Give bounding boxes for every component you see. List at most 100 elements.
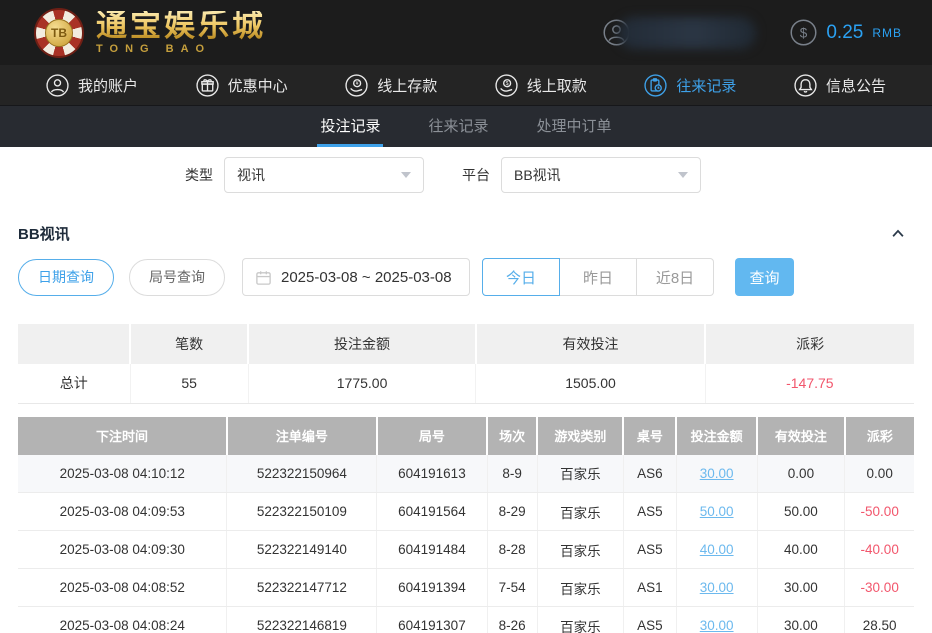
nav-label: 线上取款	[527, 75, 587, 96]
today-button[interactable]: 今日	[482, 258, 560, 296]
records-tab-bar: 投注记录 往来记录 处理中订单	[0, 105, 932, 147]
search-button[interactable]: 查询	[735, 258, 794, 296]
summary-header-count: 笔数	[130, 324, 248, 364]
table-row: 2025-03-08 04:09:30522322149140604191484…	[18, 531, 914, 569]
cell-session: 8-9	[487, 455, 537, 493]
cell-table-id: AS5	[623, 493, 676, 531]
summary-valid-bet: 1505.00	[476, 364, 705, 403]
cell-payout: -40.00	[845, 531, 914, 569]
section-title: BB视讯	[18, 223, 70, 244]
tab-transaction-records[interactable]: 往来记录	[425, 106, 491, 147]
tab-processing-orders[interactable]: 处理中订单	[534, 106, 615, 147]
cell-round-id: 604191394	[377, 569, 487, 607]
header-table-id: 桌号	[623, 417, 676, 455]
cell-session: 8-29	[487, 493, 537, 531]
date-range-input[interactable]: 2025-03-08 ~ 2025-03-08	[242, 258, 470, 296]
type-select[interactable]: 视讯	[224, 157, 424, 193]
cell-payout: 28.50	[845, 607, 914, 633]
header-game-type: 游戏类别	[537, 417, 623, 455]
nav-item-announcements[interactable]: 信息公告	[794, 74, 886, 97]
date-range-value: 2025-03-08 ~ 2025-03-08	[281, 269, 452, 286]
bell-icon	[794, 74, 817, 97]
header-round-id: 局号	[377, 417, 487, 455]
collapse-section-button[interactable]	[890, 226, 906, 242]
chip-monogram: TB	[45, 19, 73, 47]
cell-payout: 0.00	[845, 455, 914, 493]
bet-amount-link[interactable]: 40.00	[700, 542, 734, 557]
last-8-days-button[interactable]: 近8日	[636, 258, 714, 296]
header-session: 场次	[487, 417, 537, 455]
summary-total-row: 总计 55 1775.00 1505.00 -147.75	[18, 364, 914, 403]
summary-header-empty	[18, 324, 130, 364]
summary-table-wrap: 笔数 投注金额 有效投注 派彩 总计 55 1775.00 1505.00 -1…	[18, 324, 914, 404]
cell-game-type: 百家乐	[537, 531, 623, 569]
nav-item-withdraw[interactable]: $ 线上取款	[495, 74, 587, 97]
cell-session: 8-28	[487, 531, 537, 569]
svg-text:$: $	[505, 81, 508, 87]
yesterday-button[interactable]: 昨日	[559, 258, 637, 296]
quick-range-group: 今日 昨日 近8日	[482, 258, 714, 296]
summary-bet-amount: 1775.00	[248, 364, 476, 403]
summary-payout: -147.75	[705, 364, 914, 403]
summary-total-label: 总计	[18, 364, 130, 403]
cell-valid-bet: 0.00	[757, 455, 845, 493]
summary-count: 55	[130, 364, 248, 403]
filter-row: 类型 视讯 平台 BB视讯	[0, 147, 932, 204]
cell-game-type: 百家乐	[537, 455, 623, 493]
cell-round-id: 604191484	[377, 531, 487, 569]
table-row: 2025-03-08 04:08:24522322146819604191307…	[18, 607, 914, 633]
cell-order-id: 522322150109	[227, 493, 377, 531]
summary-table: 笔数 投注金额 有效投注 派彩 总计 55 1775.00 1505.00 -1…	[18, 324, 914, 404]
nav-item-records[interactable]: 往来记录	[644, 74, 736, 97]
date-query-button[interactable]: 日期查询	[18, 259, 114, 296]
balance-currency: RMB	[872, 26, 902, 40]
user-account-area[interactable]	[603, 17, 756, 49]
header-payout: 派彩	[845, 417, 914, 455]
cell-bet-amount: 30.00	[676, 455, 757, 493]
cell-game-type: 百家乐	[537, 569, 623, 607]
nav-label: 往来记录	[676, 75, 736, 96]
cell-order-id: 522322150964	[227, 455, 377, 493]
cell-bet-time: 2025-03-08 04:08:52	[18, 569, 227, 607]
bet-table-body: 2025-03-08 04:10:12522322150964604191613…	[18, 455, 914, 633]
bet-table-wrap: 下注时间 注单编号 局号 场次 游戏类别 桌号 投注金额 有效投注 派彩 202…	[18, 417, 914, 633]
cell-valid-bet: 50.00	[757, 493, 845, 531]
tab-bet-records[interactable]: 投注记录	[317, 106, 383, 147]
platform-select-value: BB视讯	[514, 165, 561, 185]
table-row: 2025-03-08 04:08:52522322147712604191394…	[18, 569, 914, 607]
type-label: 类型	[185, 165, 213, 185]
nav-item-promotions[interactable]: 优惠中心	[196, 74, 288, 97]
nav-label: 信息公告	[826, 75, 886, 96]
bet-amount-link[interactable]: 30.00	[700, 466, 734, 481]
nav-item-my-account[interactable]: 我的账户	[46, 74, 138, 97]
cell-round-id: 604191564	[377, 493, 487, 531]
bet-amount-link[interactable]: 50.00	[700, 504, 734, 519]
type-filter-group: 类型 视讯	[185, 157, 424, 193]
cell-session: 7-54	[487, 569, 537, 607]
type-select-value: 视讯	[237, 165, 265, 185]
cell-order-id: 522322146819	[227, 607, 377, 633]
cell-valid-bet: 40.00	[757, 531, 845, 569]
query-toolbar: 日期查询 局号查询 2025-03-08 ~ 2025-03-08 今日 昨日 …	[0, 254, 932, 310]
round-query-button[interactable]: 局号查询	[129, 259, 225, 296]
summary-header-bet-amount: 投注金额	[248, 324, 476, 364]
bet-amount-link[interactable]: 30.00	[700, 618, 734, 633]
cell-order-id: 522322147712	[227, 569, 377, 607]
cell-game-type: 百家乐	[537, 493, 623, 531]
bet-amount-link[interactable]: 30.00	[700, 580, 734, 595]
header-bet-amount: 投注金额	[676, 417, 757, 455]
cell-valid-bet: 30.00	[757, 569, 845, 607]
nav-item-deposit[interactable]: ¥ 线上存款	[345, 74, 437, 97]
gift-icon	[196, 74, 219, 97]
balance-amount: 0.25	[826, 22, 863, 44]
nav-label: 线上存款	[377, 75, 437, 96]
header-order-id: 注单编号	[227, 417, 377, 455]
dollar-icon: $	[790, 19, 817, 46]
platform-select[interactable]: BB视讯	[501, 157, 701, 193]
summary-header-valid-bet: 有效投注	[476, 324, 705, 364]
cell-payout: -50.00	[845, 493, 914, 531]
cell-table-id: AS6	[623, 455, 676, 493]
bet-table: 下注时间 注单编号 局号 场次 游戏类别 桌号 投注金额 有效投注 派彩 202…	[18, 417, 914, 633]
nav-label: 优惠中心	[228, 75, 288, 96]
casino-chip-icon: TB	[34, 8, 84, 58]
